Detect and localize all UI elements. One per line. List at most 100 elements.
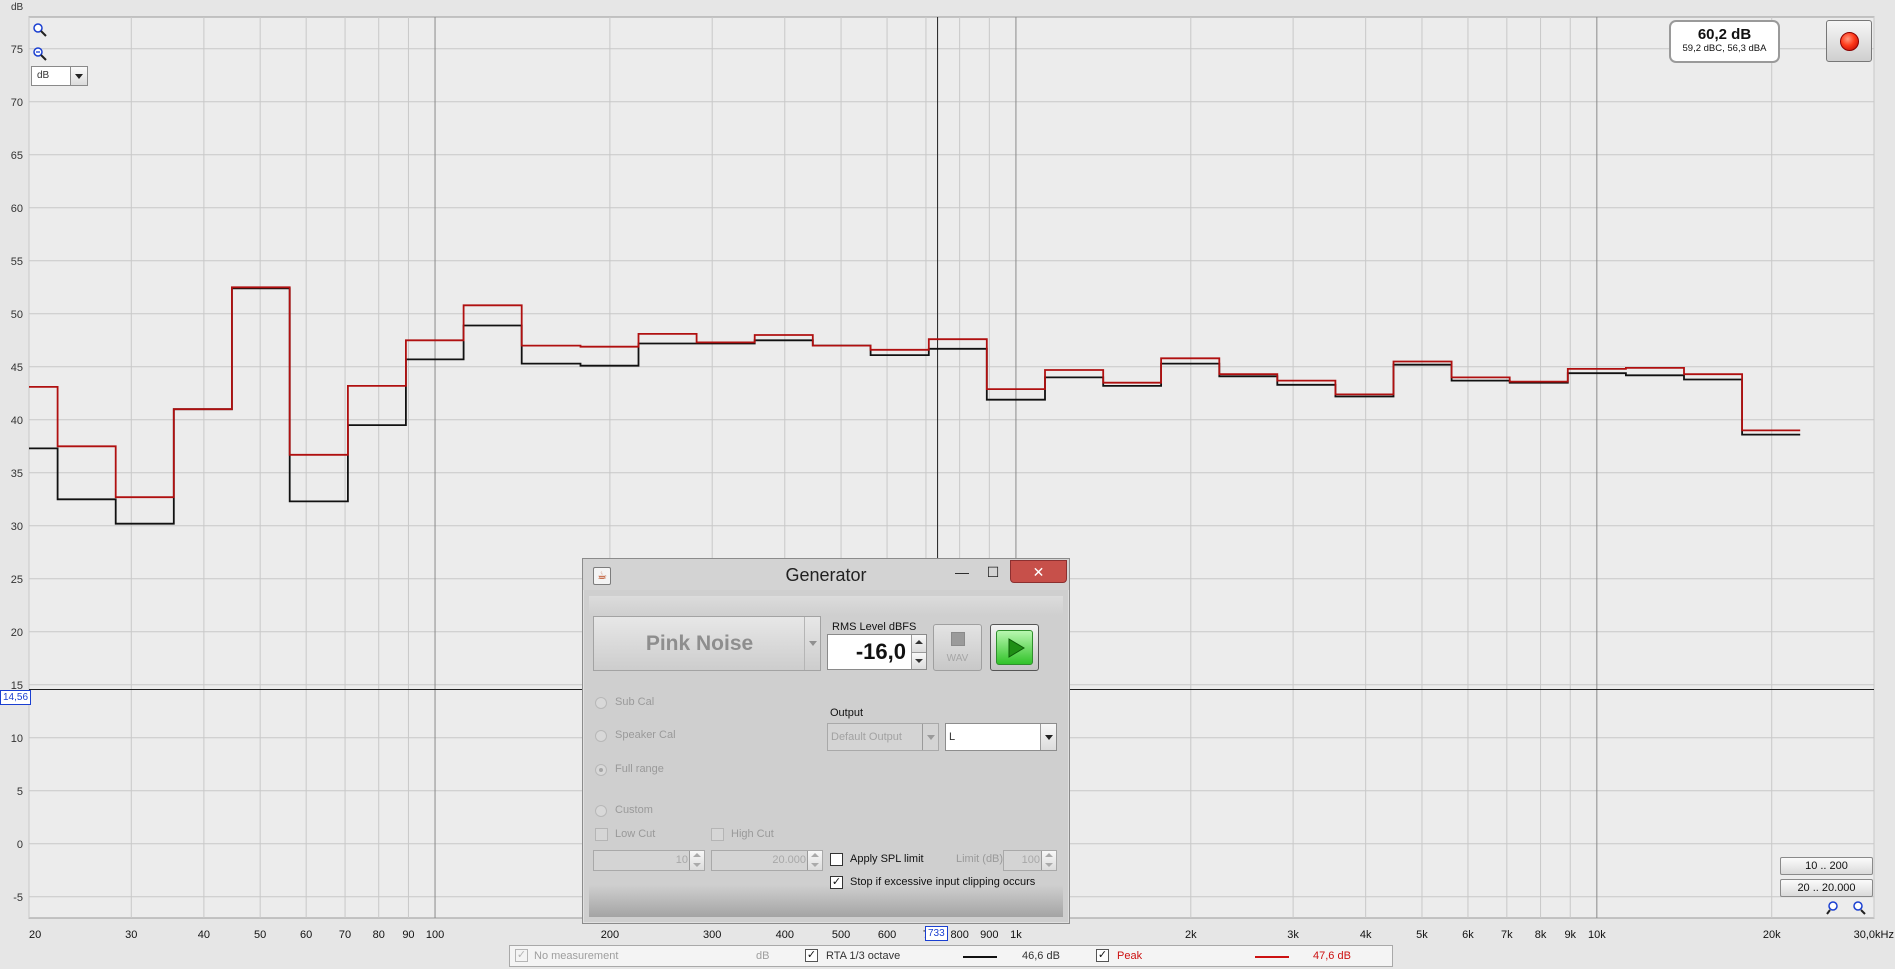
- chevron-down-icon[interactable]: [1040, 724, 1056, 750]
- stop-clipping-label: Stop if excessive input clipping occurs: [850, 876, 1036, 888]
- signal-type-select[interactable]: Pink Noise: [593, 616, 821, 671]
- y-tick-label: 0: [17, 839, 23, 851]
- x-tick-label: 10k: [1588, 929, 1606, 941]
- chevron-down-icon[interactable]: [70, 67, 87, 85]
- x-tick-label: 300: [703, 929, 721, 941]
- x-tick-label: 500: [832, 929, 850, 941]
- cursor-frequency-tag: 733: [925, 926, 948, 941]
- legend-rta-value: 46,6 dB: [1022, 950, 1060, 962]
- y-tick-label: 50: [11, 309, 23, 321]
- y-tick-label: 65: [11, 150, 23, 162]
- unit-select-value: dB: [37, 70, 50, 81]
- legend-peak-label: Peak: [1117, 950, 1143, 962]
- rms-up-button[interactable]: [911, 635, 926, 652]
- y-tick-label: 5: [17, 786, 23, 798]
- option-full-range-label: Full range: [615, 763, 664, 775]
- x-tick-label: 30,0kHz: [1854, 929, 1894, 941]
- x-tick-label: 400: [776, 929, 794, 941]
- spl-main-value: 60,2 dB: [1697, 26, 1752, 43]
- legend-no-measurement-checkbox[interactable]: ✓: [515, 949, 528, 962]
- stop-clipping-checkbox[interactable]: ✓: [830, 876, 843, 889]
- legend-peak-value: 47,6 dB: [1313, 950, 1351, 962]
- x-tick-label: 600: [878, 929, 896, 941]
- zoom-horizontal-in-icon[interactable]: [1851, 900, 1867, 916]
- radio-full-range[interactable]: [595, 764, 607, 776]
- y-tick-label: 20: [11, 627, 23, 639]
- option-speaker-cal-label: Speaker Cal: [615, 729, 676, 741]
- x-tick-label: 800: [950, 929, 968, 941]
- x-tick-label: 8k: [1535, 929, 1547, 941]
- x-tick-label: 80: [373, 929, 385, 941]
- chevron-down-icon[interactable]: [922, 724, 938, 750]
- x-tick-label: 7k: [1501, 929, 1513, 941]
- limit-db-spinner[interactable]: [1041, 851, 1056, 870]
- unit-select[interactable]: dB: [31, 66, 88, 86]
- low-cut-checkbox[interactable]: [595, 828, 608, 841]
- generator-window: ☕ Generator — ☐ ✕ Pink Noise RMS Level d…: [582, 558, 1070, 924]
- limit-db-label: Limit (dB): [956, 853, 1004, 865]
- radio-speaker-cal[interactable]: [595, 730, 607, 742]
- x-tick-label: 5k: [1416, 929, 1428, 941]
- output-channel-select[interactable]: L: [945, 723, 1057, 751]
- option-sub-cal-label: Sub Cal: [615, 696, 655, 708]
- y-tick-label: 25: [11, 574, 23, 586]
- zoom-out-icon[interactable]: [32, 46, 48, 62]
- spl-weighted-values: 59,2 dBC, 56,3 dBA: [1682, 43, 1767, 54]
- high-cut-spinner[interactable]: [807, 851, 822, 870]
- y-tick-label: 75: [11, 44, 23, 56]
- apply-spl-limit-label: Apply SPL limit: [850, 853, 924, 865]
- play-button[interactable]: [990, 624, 1039, 671]
- wav-label: WAV: [946, 653, 969, 664]
- x-tick-label: 2k: [1185, 929, 1197, 941]
- zoom-in-icon[interactable]: [32, 22, 48, 38]
- y-tick-label: 55: [11, 256, 23, 268]
- apply-spl-limit-checkbox[interactable]: [830, 853, 843, 866]
- rms-down-button[interactable]: [911, 652, 926, 669]
- x-tick-label: 50: [254, 929, 266, 941]
- legend-peak-checkbox[interactable]: ✓: [1096, 949, 1109, 962]
- maximize-icon[interactable]: ☐: [979, 561, 1007, 585]
- legend-rta-swatch: [963, 956, 997, 958]
- y-tick-label: 10: [11, 733, 23, 745]
- legend-no-measurement-unit: dB: [756, 950, 770, 962]
- y-tick-label: -5: [13, 892, 23, 904]
- minimize-icon[interactable]: —: [945, 561, 979, 585]
- legend-no-measurement-label: No measurement: [534, 950, 619, 962]
- y-tick-label: 70: [11, 97, 23, 109]
- radio-sub-cal[interactable]: [595, 697, 607, 709]
- y-tick-label: 35: [11, 468, 23, 480]
- x-tick-label: 4k: [1360, 929, 1372, 941]
- range-button-20-20000[interactable]: 20 .. 20.000: [1780, 879, 1873, 897]
- x-tick-label: 900: [980, 929, 998, 941]
- record-button[interactable]: [1826, 20, 1872, 62]
- close-icon[interactable]: ✕: [1010, 560, 1067, 583]
- generator-titlebar[interactable]: ☕ Generator — ☐ ✕: [583, 559, 1069, 590]
- record-icon: [1840, 32, 1859, 51]
- high-cut-label: High Cut: [731, 828, 774, 840]
- y-axis-unit-label: dB: [11, 2, 24, 13]
- legend-bar: ✓ No measurement dB ✓ RTA 1/3 octave 46,…: [509, 945, 1393, 967]
- legend-rta-checkbox[interactable]: ✓: [805, 949, 818, 962]
- x-tick-label: 3k: [1287, 929, 1299, 941]
- output-channel-value: L: [949, 731, 956, 743]
- radio-custom[interactable]: [595, 805, 607, 817]
- generator-body: Pink Noise RMS Level dBFS -16,0 WAV Sub …: [589, 596, 1063, 917]
- signal-type-value: Pink Noise: [645, 632, 754, 655]
- wav-button[interactable]: WAV: [933, 624, 982, 671]
- x-tick-label: 20: [29, 929, 41, 941]
- legend-peak-swatch: [1255, 956, 1289, 958]
- x-tick-label: 20k: [1763, 929, 1781, 941]
- output-device-select[interactable]: Default Output: [827, 723, 939, 751]
- output-device-value: Default Output: [831, 731, 902, 743]
- zoom-horizontal-out-icon[interactable]: [1826, 900, 1842, 916]
- chevron-down-icon[interactable]: [804, 617, 820, 670]
- range-button-10-200[interactable]: 10 .. 200: [1780, 857, 1873, 875]
- high-cut-checkbox[interactable]: [711, 828, 724, 841]
- x-tick-label: 6k: [1462, 929, 1474, 941]
- x-tick-label: 200: [601, 929, 619, 941]
- play-icon: [1008, 638, 1025, 658]
- low-cut-spinner[interactable]: [689, 851, 704, 870]
- legend-rta-label: RTA 1/3 octave: [826, 950, 901, 962]
- x-tick-label: 1k: [1010, 929, 1022, 941]
- spl-readout: 60,2 dB 59,2 dBC, 56,3 dBA: [1669, 20, 1780, 63]
